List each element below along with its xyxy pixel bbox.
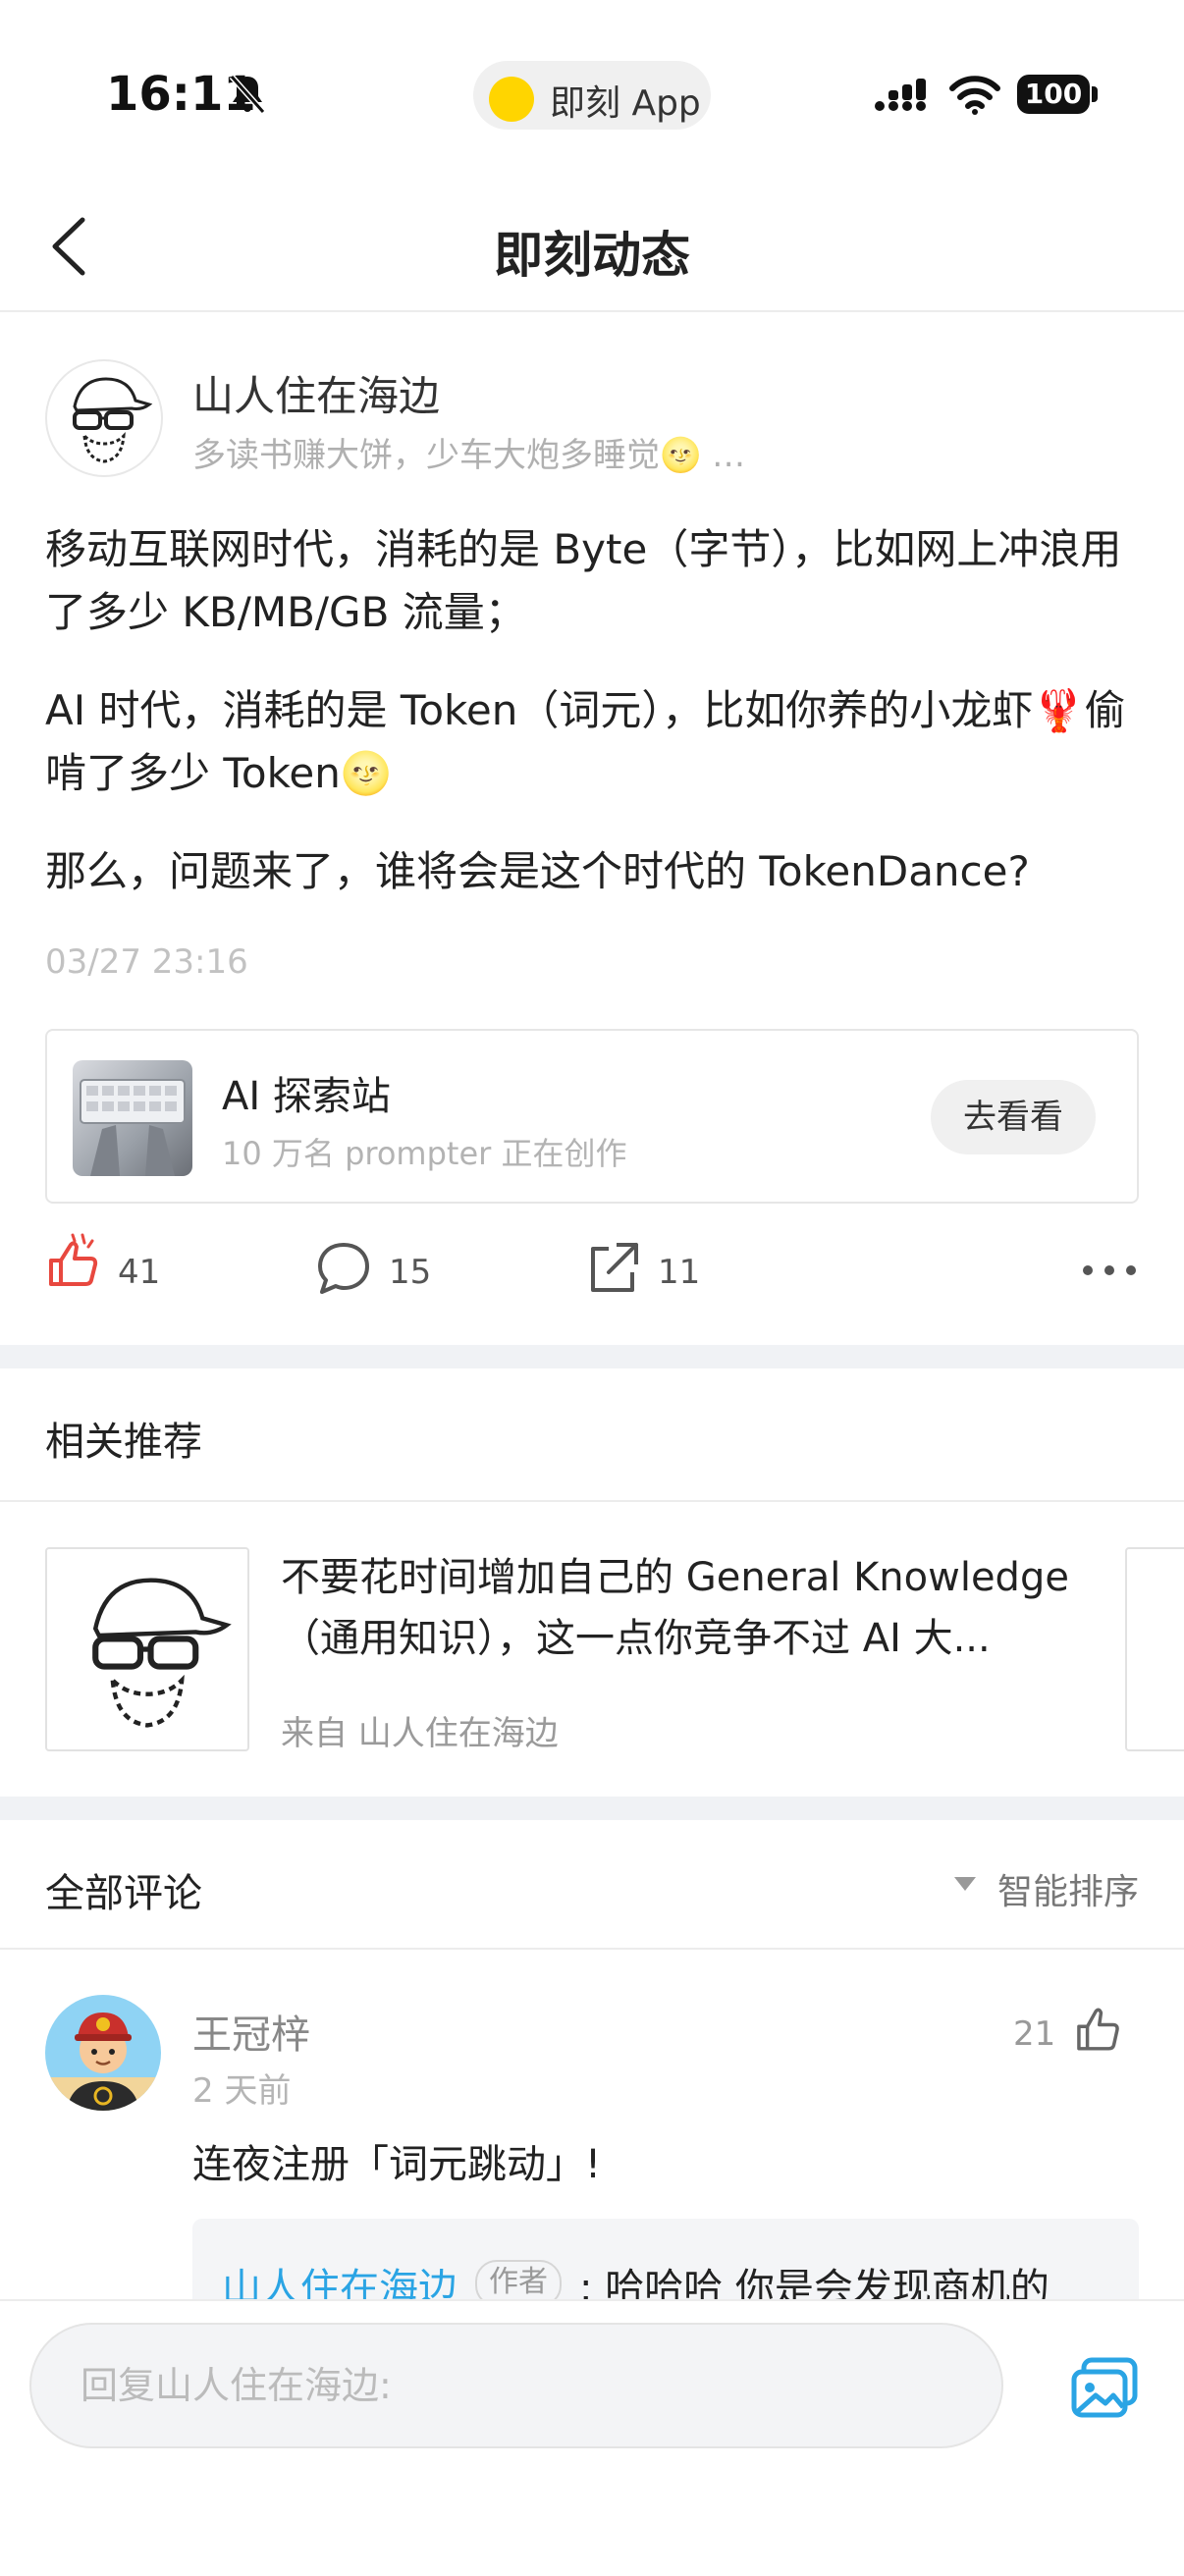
cap-glasses-avatar-icon: [73, 377, 153, 463]
share-icon[interactable]: [583, 1239, 642, 1298]
topic-thumbnail: [73, 1060, 192, 1176]
section-gap: [0, 1797, 1184, 1820]
jike-app-icon: [489, 77, 534, 122]
related-card-next[interactable]: [1125, 1547, 1184, 1751]
nav-divider: [0, 310, 1184, 312]
comment-count: 15: [389, 1253, 432, 1292]
cartoon-boy-avatar-icon: [45, 1995, 161, 2111]
comment-time: 2 天前: [192, 2071, 292, 2111]
topic-name[interactable]: AI 探索站: [222, 1064, 391, 1121]
cellular-signal-icon: [875, 79, 926, 111]
robot-hands-keyboard-icon: [80, 1079, 186, 1176]
comment-text: 连夜注册「词元跳动」!: [192, 2142, 602, 2187]
related-section-title: 相关推荐: [45, 1420, 202, 1465]
comment-like-icon[interactable]: [1072, 2003, 1123, 2054]
section-gap: [0, 1345, 1184, 1368]
more-options-icon[interactable]: [1080, 1261, 1139, 1280]
post-paragraph-2: AI 时代，消耗的是 Token（词元），比如你养的小龙虾🦞偷啃了多少 Toke…: [45, 686, 1126, 797]
commenter-name[interactable]: 王冠梓: [192, 2003, 310, 2060]
post-paragraph-1: 移动互联网时代，消耗的是 Byte（字节），比如网上冲浪用了多少 KB/MB/G…: [45, 525, 1122, 636]
author-avatar[interactable]: [45, 359, 163, 477]
topic-subtitle: 10 万名 prompter 正在创作: [222, 1135, 627, 1172]
sort-dropdown-icon[interactable]: [954, 1877, 976, 1891]
app-pill-label[interactable]: 即刻 App: [550, 75, 701, 126]
sort-selector[interactable]: 智能排序: [997, 1863, 1139, 1914]
author-bio: 多读书赚大饼，少车大炮多睡觉🌝 …: [192, 436, 746, 475]
related-divider: [0, 1500, 1184, 1502]
like-count: 41: [118, 1253, 161, 1292]
battery-tip: [1092, 86, 1098, 102]
cap-glasses-avatar-icon: [92, 1578, 232, 1728]
post-paragraph-3: 那么，问题来了，谁将会是这个时代的 TokenDance?: [45, 847, 1030, 895]
related-post-title[interactable]: 不要花时间增加自己的 General Knowledge（通用知识），这一点你竞…: [281, 1547, 1086, 1669]
comments-divider: [0, 1948, 1184, 1950]
author-name[interactable]: 山人住在海边: [192, 363, 440, 423]
bell-muted-icon: [229, 75, 266, 114]
comment-icon[interactable]: [314, 1239, 373, 1298]
like-icon[interactable]: [43, 1231, 102, 1290]
related-post-source: 来自 山人住在海边: [281, 1714, 559, 1753]
battery-indicator: 100: [1017, 75, 1090, 114]
related-thumbnail[interactable]: [45, 1547, 249, 1751]
image-picker-icon[interactable]: [1070, 2356, 1139, 2419]
wifi-icon: [949, 76, 1000, 115]
visit-topic-button[interactable]: 去看看: [931, 1080, 1096, 1154]
page-title: 即刻动态: [494, 227, 690, 284]
comments-section-title: 全部评论: [45, 1871, 202, 1916]
share-count: 11: [658, 1253, 701, 1292]
comment-like-count: 21: [1013, 2014, 1056, 2054]
reply-input[interactable]: 回复山人住在海边:: [29, 2323, 1003, 2448]
commenter-avatar[interactable]: [45, 1995, 161, 2111]
post-timestamp: 03/27 23:16: [45, 942, 248, 982]
